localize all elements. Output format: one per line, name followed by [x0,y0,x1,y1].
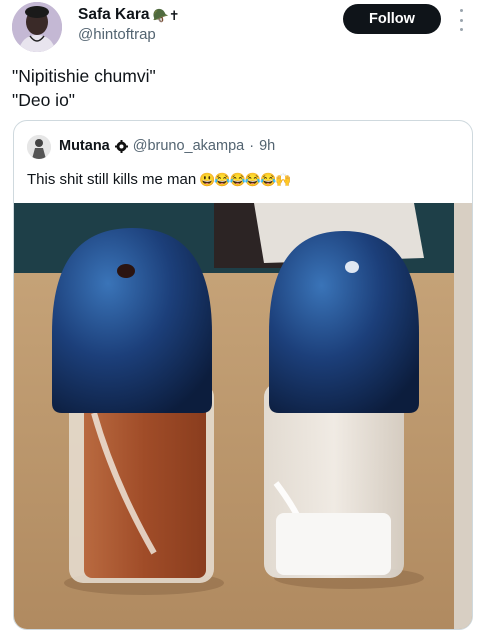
quote-author-name[interactable]: Mutana [59,138,110,154]
tweet-line-1: "Nipitishie chumvi" [12,66,156,86]
author-avatar-image [12,2,62,52]
quote-author-handle[interactable]: @bruno_akampa [133,138,244,154]
author-name[interactable]: Safa Kara [78,6,150,24]
quote-separator: · [249,138,255,154]
author-handle[interactable]: @hintoftrap [78,26,156,43]
gear-badge-icon [114,139,128,153]
tweet-line-2: "Deo io" [12,90,76,110]
quote-avatar-image [27,135,51,159]
quoted-tweet[interactable]: Mutana @bruno_akampa · 9h This shit stil… [13,120,473,630]
quote-author-avatar[interactable] [27,135,51,159]
quote-emojis: 😃😂😂😂😂🙌 [199,171,291,187]
quote-text: This shit still kills me man 😃😂😂😂😂🙌 [27,171,291,188]
quote-timestamp[interactable]: 9h [259,138,275,154]
author-badge-emoji: 🪖✝ [152,7,180,23]
more-dots-icon[interactable] [455,9,467,31]
pepper-shaker [52,228,214,583]
quote-photo[interactable] [14,203,472,630]
tweet-header: Safa Kara 🪖✝ @hintoftrap Follow [0,0,485,60]
follow-button[interactable]: Follow [343,4,441,34]
salt-shaker [264,231,419,578]
quote-text-body: This shit still kills me man [27,171,197,188]
quote-name-row: Mutana @bruno_akampa · 9h [59,138,275,154]
tweet-text: "Nipitishie chumvi" "Deo io" [12,64,156,112]
author-avatar[interactable] [12,2,62,52]
author-name-row: Safa Kara 🪖✝ [78,6,180,24]
